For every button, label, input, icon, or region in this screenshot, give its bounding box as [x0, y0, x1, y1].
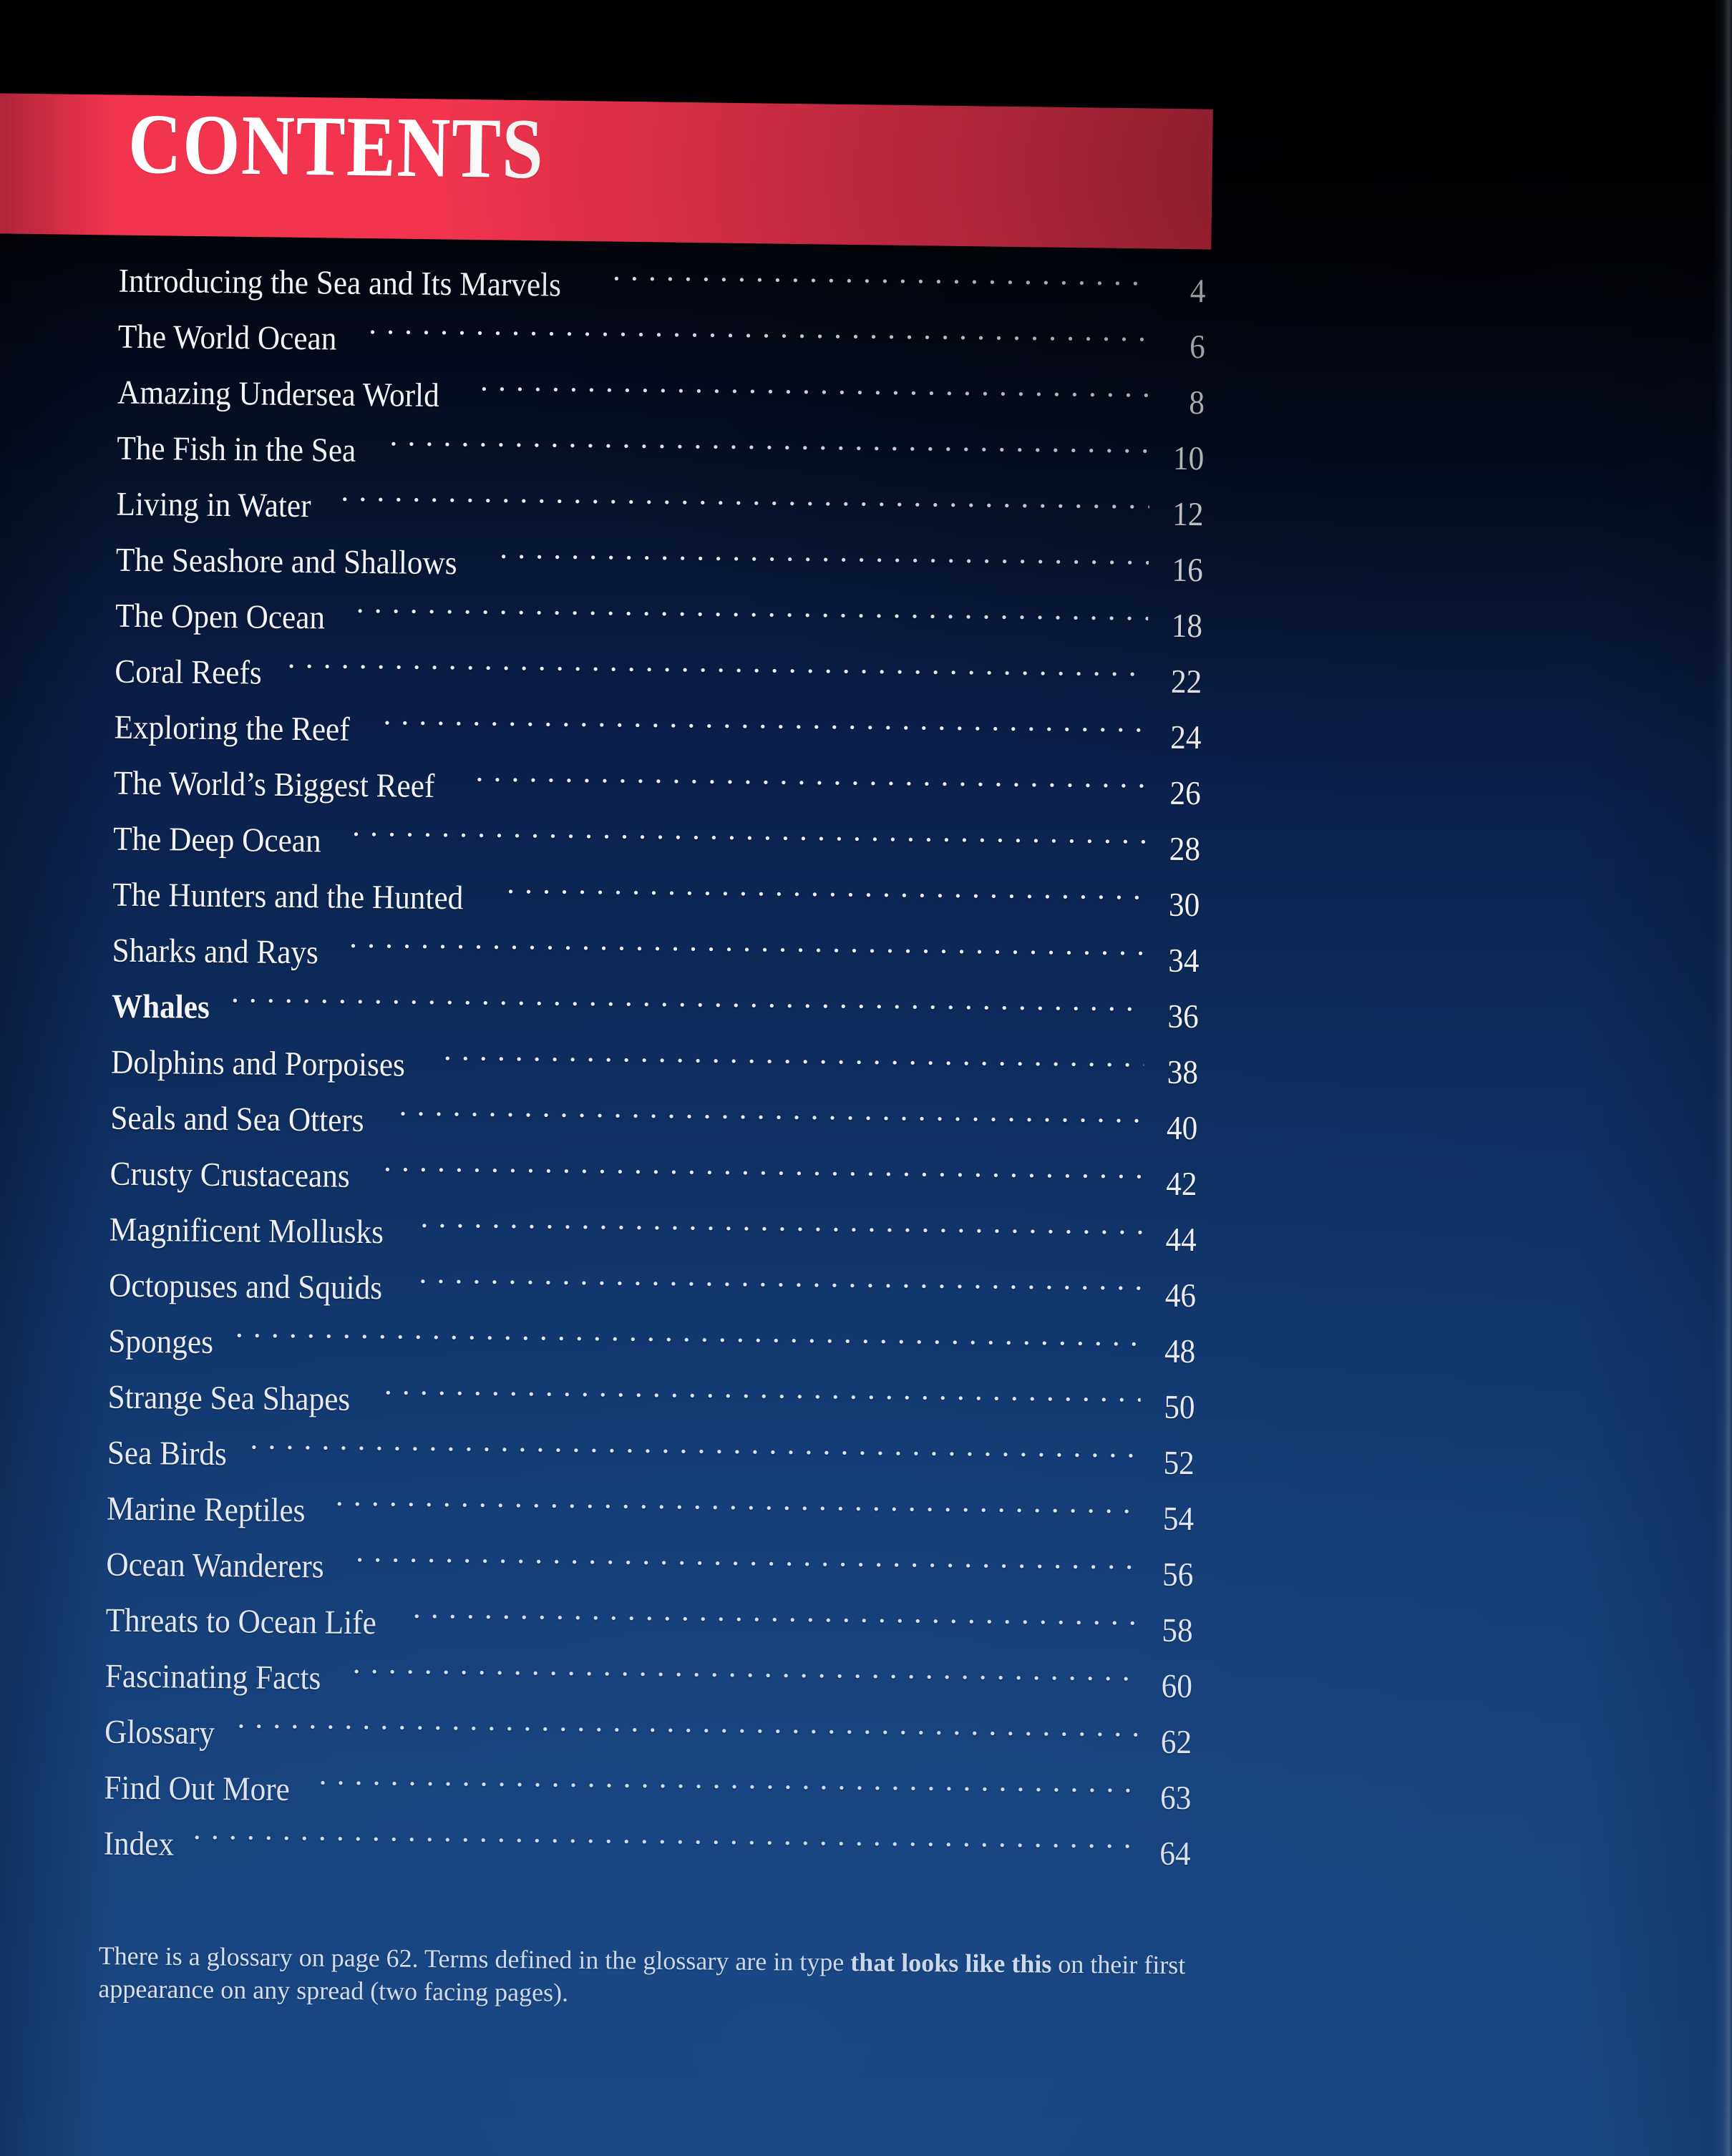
- toc-entry-title: Seals and Sea Otters: [110, 1099, 364, 1139]
- toc-entry-title: The Deep Ocean: [112, 820, 321, 860]
- toc-entry-title: Whales: [111, 987, 210, 1026]
- toc-entry-page-number: 48: [1164, 1332, 1196, 1371]
- toc-entry-title: Strange Sea Shapes: [107, 1378, 351, 1418]
- toc-entry-leader-dots: [369, 316, 1151, 357]
- toc-entry-leader-dots: [356, 1544, 1139, 1586]
- contents-header-banner: CONTENTS: [0, 93, 1213, 250]
- toc-entry-page-number: 10: [1172, 439, 1205, 478]
- toc-entry-title: Dolphins and Porpoises: [110, 1043, 406, 1084]
- toc-entry-page-number: 24: [1170, 718, 1202, 757]
- toc-entry-title: Amazing Undersea World: [117, 374, 439, 414]
- toc-entry-page-number: 58: [1162, 1611, 1193, 1650]
- toc-entry-title: The Hunters and the Hunted: [112, 876, 464, 917]
- toc-entry-page-number: 54: [1162, 1500, 1195, 1538]
- toc-entry-title: Glossary: [104, 1713, 215, 1752]
- toc-entry-page-number: 34: [1168, 942, 1200, 980]
- toc-entry-title: Find Out More: [104, 1769, 291, 1808]
- toc-entry-title: Sponges: [108, 1322, 214, 1361]
- table-of-contents-list: Introducing the Sea and Its Marvels 4 The …: [0, 252, 1245, 1883]
- toc-entry-leader-dots: [384, 1377, 1141, 1418]
- toc-entry-page-number: 44: [1165, 1221, 1197, 1259]
- toc-entry-leader-dots: [389, 428, 1149, 469]
- toc-entry-title: The Open Ocean: [115, 597, 326, 637]
- toc-entry-page-number: 8: [1189, 384, 1205, 422]
- toc-entry-leader-dots: [318, 1767, 1137, 1808]
- toc-entry-page-number: 16: [1172, 551, 1204, 590]
- toc-entry-page-number: 63: [1159, 1779, 1192, 1818]
- toc-entry-title: Coral Reefs: [115, 653, 262, 692]
- toc-entry-page-number: 42: [1166, 1165, 1197, 1204]
- toc-entry-leader-dots: [336, 1488, 1140, 1530]
- toc-entry-page-number: 56: [1162, 1556, 1194, 1594]
- toc-entry-leader-dots: [237, 1710, 1137, 1752]
- toc-entry-title: Magnificent Mollusks: [109, 1211, 384, 1252]
- toc-entry-page-number: 50: [1164, 1388, 1195, 1427]
- toc-entry-page-number: 38: [1167, 1053, 1199, 1092]
- toc-entry-page-number: 30: [1168, 886, 1200, 925]
- toc-entry[interactable]: Find Out More 63: [0, 1759, 1231, 1827]
- page-title: CONTENTS: [127, 95, 545, 197]
- toc-entry-page-number: 18: [1171, 607, 1203, 645]
- toc-entry-title: Marine Reptiles: [106, 1490, 306, 1530]
- toc-entry-leader-dots: [399, 1098, 1143, 1138]
- toc-entry-page-number: 64: [1159, 1835, 1191, 1873]
- toc-entry-leader-dots: [352, 1656, 1138, 1697]
- toc-entry-page-number: 46: [1164, 1277, 1197, 1315]
- toc-entry-leader-dots: [384, 1153, 1143, 1194]
- toc-entry[interactable]: Index 64: [0, 1815, 1230, 1883]
- toc-entry-page-number: 60: [1161, 1667, 1193, 1706]
- toc-entry-leader-dots: [231, 985, 1145, 1027]
- contents-page: CONTENTS Introducing the Sea and Its Mar…: [0, 0, 1732, 2156]
- toc-entry-leader-dots: [413, 1601, 1139, 1642]
- toc-entry-leader-dots: [356, 595, 1148, 637]
- toc-entry-page-number: 52: [1163, 1444, 1195, 1483]
- toc-entry-title: Threats to Ocean Life: [105, 1601, 377, 1642]
- toc-entry-title: The Seashore and Shallows: [115, 541, 457, 582]
- toc-entry-leader-dots: [383, 707, 1147, 748]
- toc-entry-title: Sea Birds: [107, 1434, 228, 1473]
- toc-entry-leader-dots: [250, 1431, 1140, 1473]
- toc-entry-leader-dots: [500, 541, 1149, 581]
- toc-entry-page-number: 22: [1170, 663, 1202, 701]
- toc-entry-leader-dots: [287, 650, 1147, 693]
- toc-entry-leader-dots: [480, 373, 1151, 413]
- toc-entry-leader-dots: [475, 764, 1147, 804]
- toc-entry-leader-dots: [419, 1266, 1142, 1307]
- glossary-footnote: There is a glossary on page 62. Terms de…: [98, 1939, 1273, 2015]
- toc-entry-page-number: 62: [1160, 1723, 1192, 1762]
- toc-entry-leader-dots: [235, 1320, 1142, 1362]
- toc-entry-title: Crusty Crustaceans: [110, 1155, 350, 1195]
- toc-entry-title: Living in Water: [116, 485, 311, 525]
- toc-entry-page-number: 6: [1189, 328, 1206, 366]
- toc-entry-title: The World’s Biggest Reef: [113, 764, 435, 805]
- footnote-emphasis: that looks like this: [850, 1948, 1052, 1979]
- toc-entry-title: Sharks and Rays: [112, 932, 319, 972]
- toc-entry-title: Fascinating Facts: [104, 1657, 321, 1697]
- toc-entry-page-number: 28: [1169, 830, 1201, 869]
- toc-entry-page-number: 36: [1167, 997, 1200, 1036]
- toc-entry-leader-dots: [349, 930, 1145, 972]
- toc-entry-title: Introducing the Sea and Its Marvels: [118, 262, 562, 304]
- scan-edge-highlight: [1713, 0, 1732, 2156]
- toc-entry-title: The World Ocean: [117, 318, 337, 358]
- toc-entry-leader-dots: [613, 263, 1152, 301]
- toc-entry-leader-dots: [420, 1210, 1142, 1251]
- toc-entry-leader-dots: [193, 1822, 1137, 1865]
- toc-entry-leader-dots: [341, 484, 1149, 525]
- toc-entry-page-number: 12: [1172, 495, 1204, 534]
- toc-entry-leader-dots: [352, 819, 1147, 860]
- toc-entry-leader-dots: [443, 1043, 1144, 1083]
- toc-entry-title: The Fish in the Sea: [117, 429, 356, 469]
- toc-entry-page-number: 4: [1189, 272, 1206, 311]
- footnote-part-one: There is a glossary on page 62. Terms de…: [98, 1941, 851, 1977]
- toc-entry-title: Ocean Wanderers: [106, 1546, 324, 1586]
- toc-entry-title: Exploring the Reef: [114, 708, 350, 748]
- toc-entry-title: Index: [103, 1825, 175, 1863]
- toc-entry-page-number: 26: [1169, 774, 1202, 813]
- toc-entry-leader-dots: [507, 876, 1146, 916]
- toc-entry-title: Octopuses and Squids: [108, 1267, 383, 1307]
- toc-entry-page-number: 40: [1166, 1109, 1198, 1148]
